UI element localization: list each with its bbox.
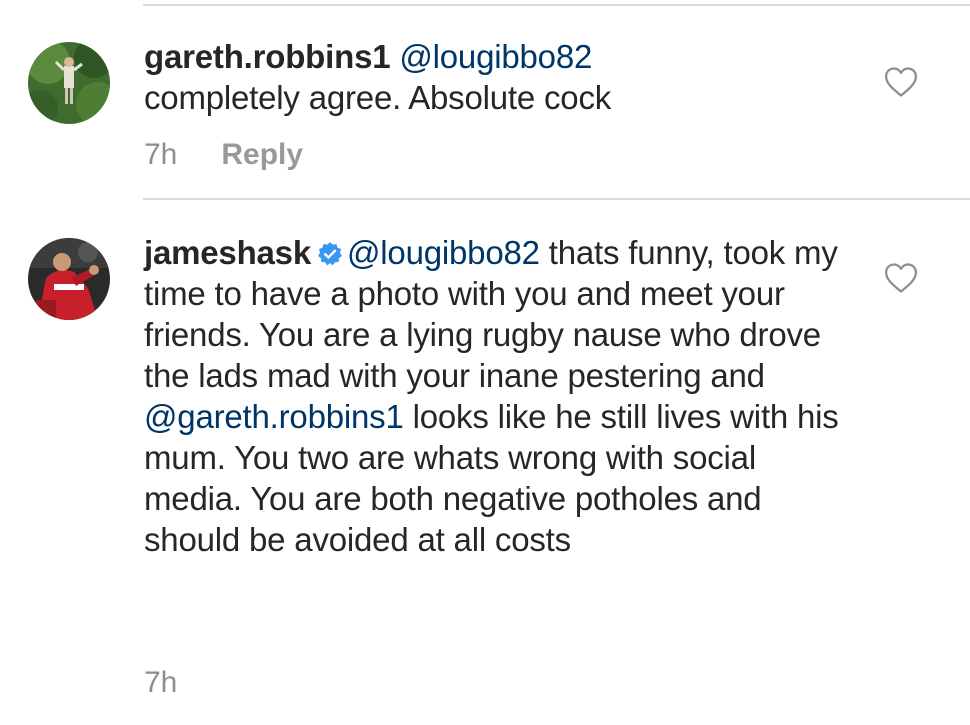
avatar-photo-rugby bbox=[28, 238, 110, 320]
comment-body: jameshask @lougibbo82 thats funny, took … bbox=[144, 232, 844, 560]
divider-middle bbox=[143, 198, 970, 200]
comment-mention-secondary[interactable]: @gareth.robbins1 bbox=[144, 398, 404, 435]
comment-mention[interactable]: @lougibbo82 bbox=[347, 234, 540, 271]
comment-mention[interactable]: @lougibbo82 bbox=[399, 38, 592, 75]
heart-outline-icon[interactable] bbox=[884, 262, 918, 294]
comment-username[interactable]: gareth.robbins1 bbox=[144, 38, 391, 75]
comment-time: 7h bbox=[144, 138, 178, 171]
avatar[interactable] bbox=[28, 238, 110, 320]
comment-time: 7h bbox=[144, 666, 178, 699]
divider-top bbox=[143, 4, 970, 6]
verified-badge-icon bbox=[318, 242, 342, 266]
heart-outline-icon[interactable] bbox=[884, 66, 918, 98]
comment-text: completely agree. Absolute cock bbox=[144, 79, 612, 116]
reply-button[interactable]: Reply bbox=[221, 138, 303, 171]
comment-meta: 7h Reply bbox=[144, 138, 303, 172]
avatar-photo-outdoor bbox=[28, 42, 110, 124]
avatar[interactable] bbox=[28, 42, 110, 124]
comment-username[interactable]: jameshask bbox=[144, 234, 311, 271]
comment-meta: 7h bbox=[144, 666, 177, 700]
comment-body: gareth.robbins1 @lougibbo82 completely a… bbox=[144, 36, 844, 118]
